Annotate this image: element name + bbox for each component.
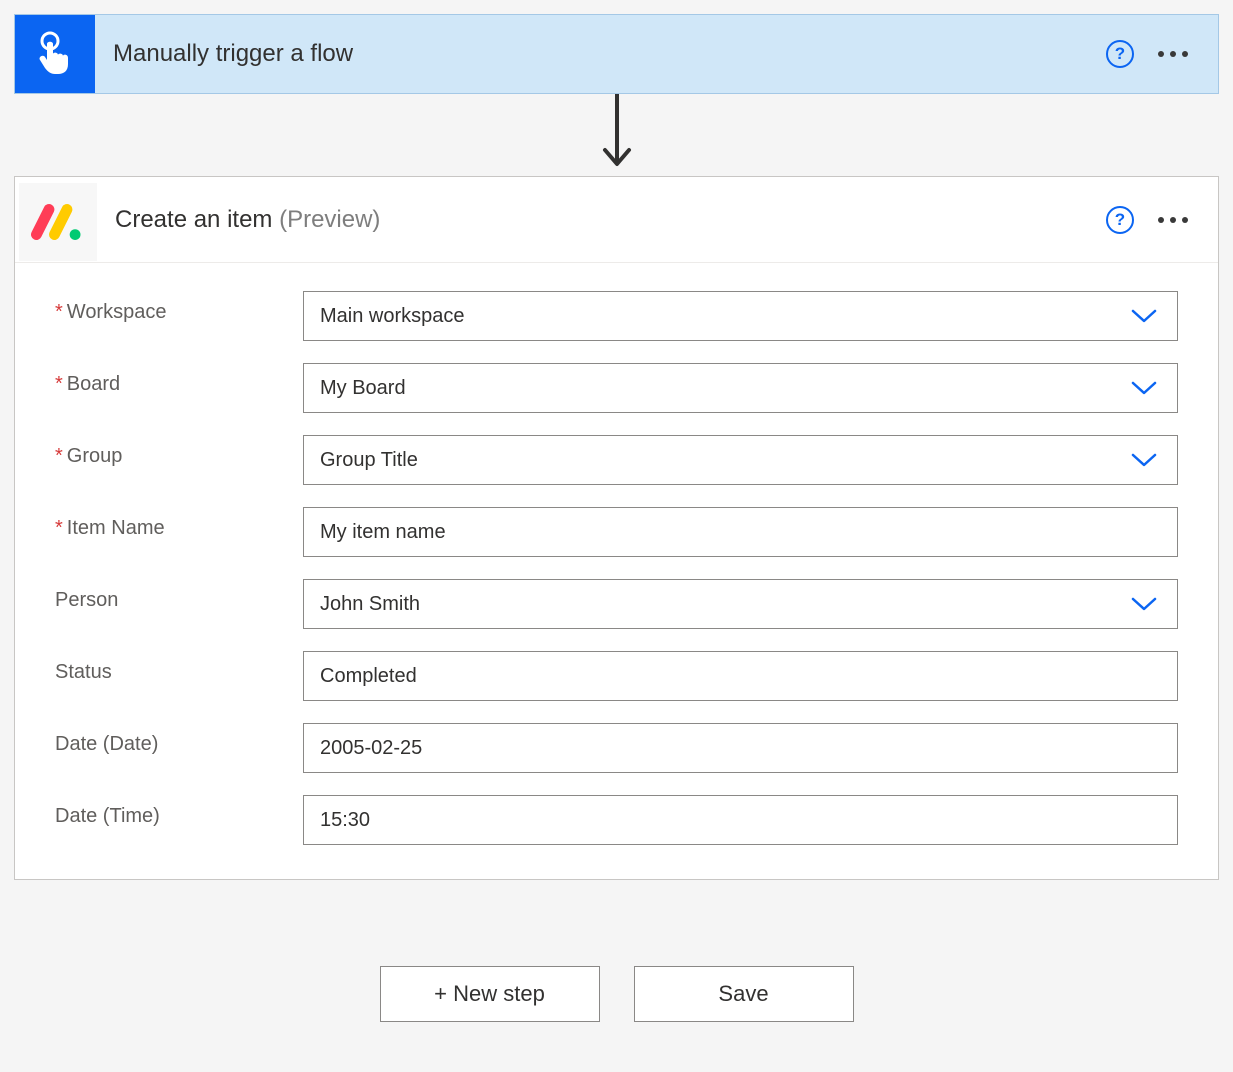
action-icon-box	[19, 183, 97, 261]
item_name-label-text: Item Name	[67, 517, 165, 539]
required-star: *	[55, 517, 63, 539]
item_name-value: My item name	[320, 521, 1161, 544]
workspace-label-text: Workspace	[67, 301, 167, 323]
group-value: Group Title	[320, 449, 1131, 472]
action-title: Create an item (Preview)	[115, 206, 1106, 234]
help-icon[interactable]: ?	[1106, 206, 1134, 234]
form-row-date_date: Date (Date) 2005-02-25	[55, 723, 1178, 773]
board-value: My Board	[320, 377, 1131, 400]
status-label: Status	[55, 651, 303, 684]
form-row-group: *Group Group Title	[55, 435, 1178, 485]
manual-trigger-icon	[31, 30, 79, 78]
person-label-text: Person	[55, 589, 118, 611]
chevron-down-icon	[1131, 596, 1161, 612]
required-star: *	[55, 373, 63, 395]
form-row-person: Person John Smith	[55, 579, 1178, 629]
action-card: Create an item (Preview) ? *WorkspaceMai…	[14, 176, 1219, 880]
more-icon[interactable]	[1158, 47, 1188, 61]
required-star: *	[55, 445, 63, 467]
monday-icon	[31, 202, 85, 242]
date_time-value: 15:30	[320, 809, 1161, 832]
group-select[interactable]: Group Title	[303, 435, 1178, 485]
status-input[interactable]: Completed	[303, 651, 1178, 701]
date_date-value: 2005-02-25	[320, 737, 1161, 760]
footer-actions: + New step Save	[380, 966, 854, 1022]
chevron-down-icon	[1131, 380, 1161, 396]
status-label-text: Status	[55, 661, 112, 683]
more-icon[interactable]	[1158, 213, 1188, 227]
group-label: *Group	[55, 435, 303, 468]
board-label: *Board	[55, 363, 303, 396]
action-form: *WorkspaceMain workspace*BoardMy Board*G…	[15, 263, 1218, 879]
chevron-down-icon	[1131, 452, 1161, 468]
trigger-title: Manually trigger a flow	[113, 40, 1106, 68]
group-label-text: Group	[67, 445, 123, 467]
chevron-down-icon	[1131, 308, 1161, 324]
person-select[interactable]: John Smith	[303, 579, 1178, 629]
item_name-input[interactable]: My item name	[303, 507, 1178, 557]
person-value: John Smith	[320, 593, 1131, 616]
date_date-label: Date (Date)	[55, 723, 303, 756]
form-row-item_name: *Item Name My item name	[55, 507, 1178, 557]
help-icon[interactable]: ?	[1106, 40, 1134, 68]
required-star: *	[55, 301, 63, 323]
board-select[interactable]: My Board	[303, 363, 1178, 413]
trigger-icon-box	[15, 15, 95, 93]
form-row-board: *Board My Board	[55, 363, 1178, 413]
workspace-label: *Workspace	[55, 291, 303, 324]
person-label: Person	[55, 579, 303, 612]
trigger-card[interactable]: Manually trigger a flow ?	[14, 14, 1219, 94]
flow-arrow	[597, 94, 637, 176]
preview-badge: (Preview)	[279, 206, 380, 233]
date_time-input[interactable]: 15:30	[303, 795, 1178, 845]
status-value: Completed	[320, 665, 1161, 688]
form-row-date_time: Date (Time) 15:30	[55, 795, 1178, 845]
date_date-label-text: Date (Date)	[55, 733, 158, 755]
workspace-select[interactable]: Main workspace	[303, 291, 1178, 341]
workspace-value: Main workspace	[320, 305, 1131, 328]
save-button[interactable]: Save	[634, 966, 854, 1022]
form-row-status: Status Completed	[55, 651, 1178, 701]
item_name-label: *Item Name	[55, 507, 303, 540]
board-label-text: Board	[67, 373, 120, 395]
date_time-label-text: Date (Time)	[55, 805, 160, 827]
action-header[interactable]: Create an item (Preview) ?	[15, 177, 1218, 263]
date_time-label: Date (Time)	[55, 795, 303, 828]
date_date-input[interactable]: 2005-02-25	[303, 723, 1178, 773]
form-row-workspace: *Workspace Main workspace	[55, 291, 1178, 341]
new-step-button[interactable]: + New step	[380, 966, 600, 1022]
